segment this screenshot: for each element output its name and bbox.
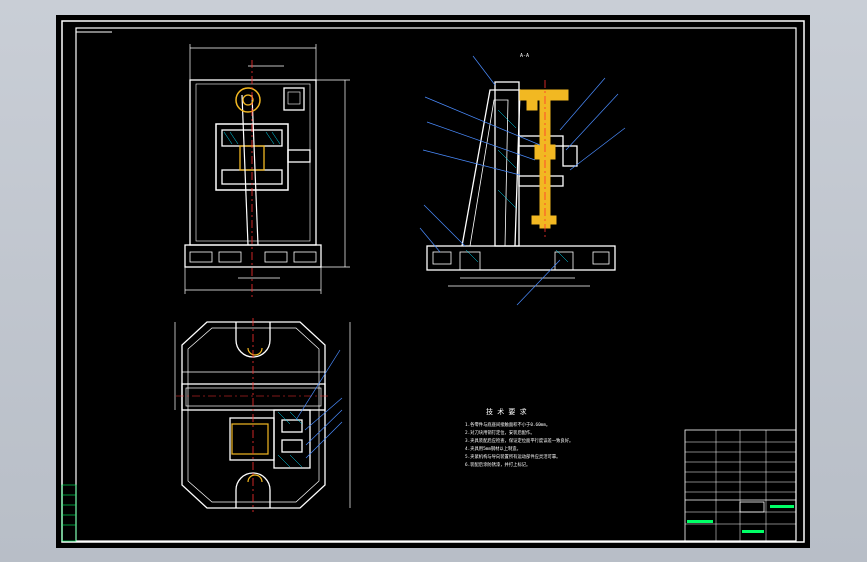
note-line: 5.夹紧机构与导向装置所有运动部件应灵活可靠。	[465, 453, 560, 460]
notes-heading: 技 术 要 求	[486, 407, 527, 416]
note-line: 1.各零件与底座间接触面积不小于0.60mm。	[465, 421, 550, 428]
drawing-sheet	[56, 15, 810, 548]
note-line: 4.夹具用5mm钢材以上制造。	[465, 445, 521, 452]
cad-drawing-canvas: A-A 技 术 要 求 1.各零件与底座间接触面积不小于0.60mm。 2.对刀…	[56, 15, 810, 548]
note-line: 6.装配后涂防锈漆，并打上标记。	[465, 461, 530, 468]
note-line: 2.对刀块用销钉定位，安装后配作。	[465, 429, 535, 436]
note-line: 3.夹具装配后应检查，保证定位面平行度误差一致良好。	[465, 437, 573, 444]
side-view-label: A-A	[520, 53, 529, 59]
